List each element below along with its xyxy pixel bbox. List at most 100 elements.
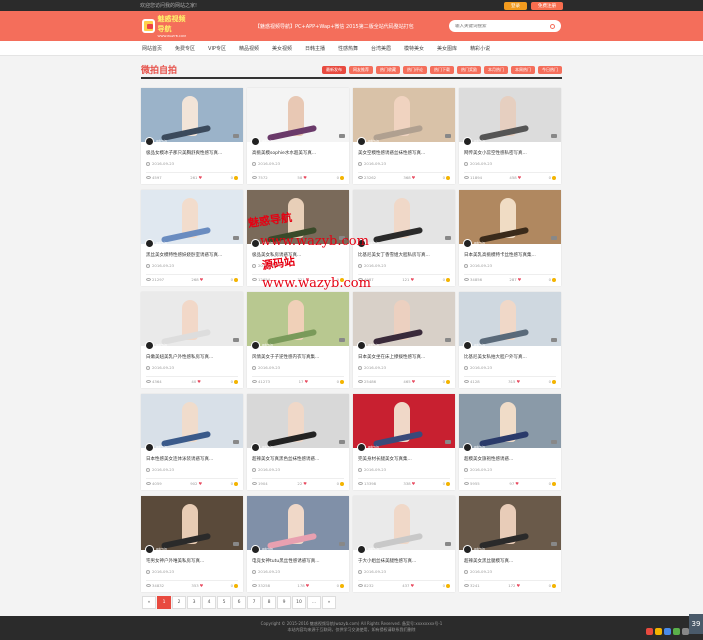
video-title[interactable]: 日本美女坐在床上撩拨性感写真...: [358, 354, 450, 360]
page-button[interactable]: 1: [157, 596, 171, 609]
heart-icon[interactable]: ♥: [412, 379, 416, 384]
coin-icon[interactable]: [340, 175, 344, 180]
tray-app-icon[interactable]: [655, 628, 662, 635]
author-name[interactable]: admin: [156, 445, 167, 449]
author-name[interactable]: admin: [368, 241, 379, 245]
heart-icon[interactable]: ♥: [198, 175, 202, 180]
nav-item[interactable]: 美女视频: [272, 45, 292, 52]
sort-tag[interactable]: 热门收藏: [376, 65, 400, 74]
video-thumbnail[interactable]: [141, 394, 243, 448]
author-name[interactable]: admin: [262, 139, 273, 143]
video-card[interactable]: admin 极品女模冰子那只美胸舒爽性感写真... 2016-09-23 4597 26…: [141, 88, 243, 184]
page-button[interactable]: 9: [277, 596, 291, 609]
avatar[interactable]: [145, 545, 154, 554]
video-title[interactable]: 白嫩美妞美乳户外性感私房写真...: [146, 354, 238, 360]
video-title[interactable]: 超辣美女写真黑色丝袜性感诱惑...: [252, 456, 344, 462]
coin-icon[interactable]: [445, 175, 450, 180]
login-button[interactable]: 登录: [504, 1, 527, 10]
author-name[interactable]: admin: [262, 547, 273, 551]
author-name[interactable]: admin: [474, 139, 485, 143]
author-name[interactable]: admin: [156, 547, 167, 551]
nav-item[interactable]: 精彩小说: [470, 45, 490, 52]
page-button[interactable]: 5: [217, 596, 231, 609]
page-button[interactable]: 7: [247, 596, 261, 609]
nav-item[interactable]: 网站首页: [142, 45, 162, 52]
avatar[interactable]: [251, 341, 260, 350]
sort-tag[interactable]: 网友推荐: [349, 65, 373, 74]
author-name[interactable]: admin: [368, 343, 379, 347]
coin-icon[interactable]: [233, 583, 238, 588]
video-thumbnail[interactable]: [459, 394, 561, 448]
heart-icon[interactable]: ♥: [198, 481, 202, 486]
author-name[interactable]: admin: [156, 241, 167, 245]
avatar[interactable]: [463, 239, 472, 248]
video-card[interactable]: admin 日本美乳高挑模特卡丝性感写真集... 2016-09-23 34856 28…: [459, 190, 561, 286]
page-button[interactable]: 10: [292, 596, 306, 609]
video-thumbnail[interactable]: [353, 190, 455, 244]
heart-icon[interactable]: ♥: [518, 175, 522, 180]
coin-icon[interactable]: [234, 481, 238, 486]
nav-item[interactable]: 精品视频: [239, 45, 259, 52]
video-card[interactable]: admin 高挑美模sophie水水超美写真... 2016-09-23 7572 58…: [247, 88, 349, 184]
video-card[interactable]: admin 网传美女小蕊空性感私密写真... 2016-09-23 11894 458 ♥…: [459, 88, 561, 184]
tray-app-icon[interactable]: [664, 628, 671, 635]
video-card[interactable]: admin 风情美女于子逆性感内衣写真集... 2016-09-23 41273 17 ♥…: [247, 292, 349, 388]
avatar[interactable]: [145, 443, 154, 452]
coin-icon[interactable]: [446, 583, 450, 588]
video-card[interactable]: admin 日本美女坐在床上撩拨性感写真... 2016-09-23 25486 465…: [353, 292, 455, 388]
sort-tag[interactable]: 今日热门: [538, 65, 562, 74]
video-thumbnail[interactable]: [141, 292, 243, 346]
page-button[interactable]: ...: [307, 596, 321, 609]
video-title[interactable]: 日本性感美女连体泳装诱惑写真...: [146, 456, 238, 462]
heart-icon[interactable]: ♥: [412, 175, 416, 180]
coin-icon[interactable]: [445, 481, 450, 486]
heart-icon[interactable]: ♥: [306, 583, 310, 588]
heart-icon[interactable]: ♥: [303, 481, 307, 486]
author-name[interactable]: admin: [474, 547, 485, 551]
author-name[interactable]: admin: [368, 547, 379, 551]
heart-icon[interactable]: ♥: [412, 481, 416, 486]
video-thumbnail[interactable]: [247, 88, 349, 142]
site-logo[interactable]: 魅惑视频导航 WWW.WAZYB.COM: [142, 15, 190, 38]
coin-icon[interactable]: [552, 379, 556, 384]
avatar[interactable]: [145, 137, 154, 146]
author-name[interactable]: admin: [262, 343, 273, 347]
author-name[interactable]: admin: [474, 445, 485, 449]
video-thumbnail[interactable]: [247, 292, 349, 346]
video-thumbnail[interactable]: [459, 496, 561, 550]
video-title[interactable]: 于大小姐丝袜美腿性感写真...: [358, 558, 450, 564]
video-thumbnail[interactable]: [247, 394, 349, 448]
coin-icon[interactable]: [446, 277, 450, 282]
avatar[interactable]: [251, 443, 260, 452]
sort-tag[interactable]: 本月热门: [484, 65, 508, 74]
video-title[interactable]: 比基尼美女私拍大胆户外写真...: [464, 354, 556, 360]
coin-icon[interactable]: [233, 277, 238, 282]
avatar[interactable]: [463, 545, 472, 554]
nav-item[interactable]: VIP专区: [208, 45, 226, 52]
heart-icon[interactable]: ♥: [200, 583, 204, 588]
avatar[interactable]: [251, 239, 260, 248]
tray-app-icon[interactable]: [673, 628, 680, 635]
video-card[interactable]: admin 宅男女神户外唯美私房写真... 2016-09-23 34832 353 ♥ 0: [141, 496, 243, 592]
avatar[interactable]: [251, 137, 260, 146]
video-title[interactable]: 比基尼美女丁香雪姐大胆私房写真...: [358, 252, 450, 258]
video-card[interactable]: admin 日本性感美女连体泳装诱惑写真... 2016-09-23 4059 902 ♥…: [141, 394, 243, 490]
video-thumbnail[interactable]: [459, 88, 561, 142]
video-title[interactable]: 超模美女旗袍性感诱惑...: [464, 456, 556, 462]
heart-icon[interactable]: ♥: [516, 583, 520, 588]
coin-icon[interactable]: [551, 175, 556, 180]
coin-icon[interactable]: [552, 583, 556, 588]
avatar[interactable]: [357, 341, 366, 350]
video-title[interactable]: 高挑美模sophie水水超美写真...: [252, 150, 344, 156]
avatar[interactable]: [145, 239, 154, 248]
video-card[interactable]: admin 白嫩美妞美乳户外性感私房写真... 2016-09-23 4364 40 ♥ 0: [141, 292, 243, 388]
sort-tag[interactable]: 本周热门: [511, 65, 535, 74]
tray-counter[interactable]: 39: [689, 614, 703, 634]
heart-icon[interactable]: ♥: [410, 277, 414, 282]
video-card[interactable]: admin 美女空模性感诱惑丝袜性感写真... 2016-09-23 23262 368…: [353, 88, 455, 184]
video-title[interactable]: 宅男女神户外唯美私房写真...: [146, 558, 238, 564]
video-thumbnail[interactable]: [459, 190, 561, 244]
video-card[interactable]: admin 黑丝美女模特性感妖娆卧室诱惑写真... 2016-09-23 21297 2…: [141, 190, 243, 286]
sort-tag[interactable]: 热门奖励: [457, 65, 481, 74]
heart-icon[interactable]: ♥: [303, 175, 307, 180]
